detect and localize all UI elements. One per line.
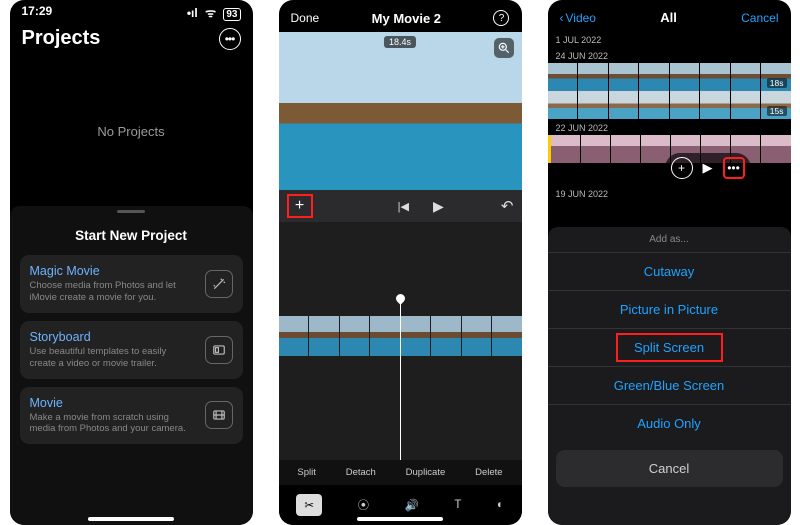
card-subtitle: Use beautiful templates to easily create… [30, 346, 195, 370]
back-button[interactable]: ‹ Video [560, 11, 596, 25]
sheet-title: Start New Project [20, 228, 243, 243]
storyboard-icon [205, 336, 233, 364]
action-duplicate[interactable]: Duplicate [406, 467, 446, 478]
action-delete[interactable]: Delete [475, 467, 502, 478]
action-split[interactable]: Split [297, 467, 315, 478]
card-subtitle: Choose media from Photos and let iMovie … [30, 280, 195, 304]
add-media-button[interactable]: + [287, 194, 313, 218]
back-label: Video [566, 11, 596, 25]
play-button[interactable]: ▶ [433, 198, 444, 215]
scissors-icon: ✂ [304, 498, 314, 512]
more-icon: ••• [727, 161, 740, 175]
card-magic-movie[interactable]: Magic Movie Choose media from Photos and… [20, 255, 243, 313]
date-header: 24 JUN 2022 [548, 47, 791, 63]
phone-projects: 17:29 •ıl ᯤ 93 Projects ••• No Projects … [10, 0, 253, 525]
status-time: 17:29 [22, 4, 53, 21]
more-button[interactable]: ••• [219, 28, 241, 50]
trim-tool[interactable]: ✂ [296, 494, 322, 516]
option-picture-in-picture[interactable]: Picture in Picture [548, 290, 791, 328]
card-storyboard[interactable]: Storyboard Use beautiful templates to ea… [20, 321, 243, 379]
filter-tool[interactable]: ◐ [497, 499, 504, 511]
sheet-cancel-button[interactable]: Cancel [556, 450, 783, 487]
done-button[interactable]: Done [291, 11, 320, 25]
card-title: Magic Movie [30, 264, 195, 278]
card-title: Movie [30, 396, 195, 410]
media-strip[interactable]: 18s [548, 63, 791, 91]
plus-icon: + [295, 197, 304, 215]
more-icon: ••• [225, 32, 235, 46]
overlay-more-button[interactable]: ••• [723, 157, 745, 179]
video-preview[interactable]: 18.4s [279, 32, 522, 190]
previous-button[interactable]: |◀ [398, 200, 409, 213]
option-cutaway[interactable]: Cutaway [548, 252, 791, 290]
card-title: Storyboard [30, 330, 195, 344]
film-icon [205, 401, 233, 429]
duration-tag: 18.4s [384, 36, 416, 48]
help-button[interactable]: ? [493, 10, 509, 26]
cancel-button[interactable]: Cancel [741, 11, 778, 25]
overlay-play-button[interactable]: ▶ [703, 160, 713, 176]
transport-bar: + |◀ ▶ ↶ [279, 190, 522, 222]
overlay-add-button[interactable]: + [671, 157, 693, 179]
date-header: 1 JUL 2022 [548, 31, 791, 47]
picker-nav: ‹ Video All Cancel [548, 0, 791, 31]
help-icon: ? [499, 13, 505, 24]
editor-nav: Done My Movie 2 ? [279, 0, 522, 32]
option-green-blue-screen[interactable]: Green/Blue Screen [548, 366, 791, 404]
empty-state: No Projects [10, 56, 253, 206]
media-strip-selected[interactable]: + ▶ ••• [548, 135, 791, 163]
sheet-grabber[interactable] [117, 210, 145, 213]
status-bar: 17:29 •ıl ᯤ 93 [10, 0, 253, 21]
date-header: 22 JUN 2022 [548, 119, 791, 135]
option-split-screen[interactable]: Split Screen [548, 328, 791, 366]
wand-icon [205, 270, 233, 298]
picker-title: All [660, 10, 677, 25]
page-title: Projects [22, 27, 101, 50]
zoom-button[interactable] [494, 38, 514, 58]
option-audio-only[interactable]: Audio Only [548, 404, 791, 442]
clip-duration: 18s [767, 78, 787, 88]
timeline[interactable] [279, 222, 522, 460]
speed-icon: ⦿ [358, 500, 370, 512]
media-strip[interactable]: 15s [548, 91, 791, 119]
card-movie[interactable]: Movie Make a movie from scratch using me… [20, 387, 243, 445]
volume-tool[interactable]: 🔊 [405, 498, 419, 512]
projects-header: Projects ••• [10, 21, 253, 56]
card-subtitle: Make a movie from scratch using media fr… [30, 412, 195, 436]
speed-tool[interactable]: ⦿ [358, 497, 370, 513]
chevron-left-icon: ‹ [560, 11, 564, 25]
new-project-sheet: Start New Project Magic Movie Choose med… [10, 206, 253, 525]
home-indicator[interactable] [357, 517, 443, 521]
clip-duration: 15s [767, 106, 787, 116]
clip-actions: Split Detach Duplicate Delete [279, 460, 522, 485]
wifi-icon: ᯤ [205, 6, 216, 20]
battery-level: 93 [223, 8, 240, 21]
phone-editor: Done My Movie 2 ? 18.4s + |◀ ▶ ↶ [279, 0, 522, 525]
signal-icon: •ıl [187, 6, 198, 20]
text-tool[interactable]: T [454, 499, 461, 511]
status-icons: •ıl ᯤ 93 [183, 4, 241, 21]
filter-icon: ◐ [497, 499, 504, 511]
movie-title: My Movie 2 [372, 11, 441, 26]
action-detach[interactable]: Detach [346, 467, 376, 478]
home-indicator[interactable] [88, 517, 174, 521]
playhead[interactable] [400, 302, 401, 460]
undo-button[interactable]: ↶ [501, 197, 514, 215]
clip-overlay-controls: + ▶ ••• [665, 153, 751, 183]
text-icon: T [454, 499, 461, 511]
sheet-header: Add as... [548, 227, 791, 252]
phone-media-picker: ‹ Video All Cancel 1 JUL 2022 24 JUN 202… [548, 0, 791, 525]
date-header: 19 JUN 2022 [548, 185, 791, 201]
volume-icon: 🔊 [405, 500, 419, 512]
plus-icon: + [678, 161, 685, 175]
add-as-sheet: Add as... Cutaway Picture in Picture Spl… [548, 227, 791, 525]
